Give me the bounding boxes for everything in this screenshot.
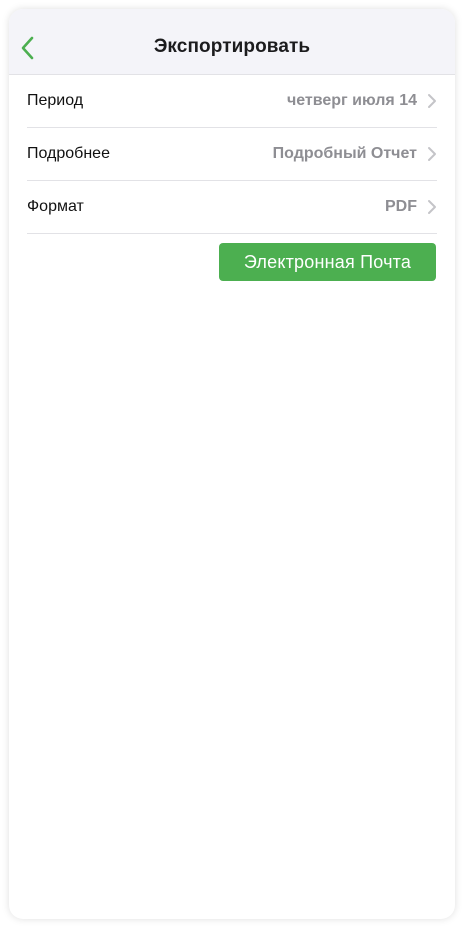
navigation-bar: Экспортировать bbox=[9, 9, 455, 75]
period-value: четверг июля 14 bbox=[286, 92, 417, 109]
details-row[interactable]: Подробнее Подробный Отчет bbox=[27, 128, 437, 181]
format-label: Формат bbox=[27, 198, 84, 215]
format-value: PDF bbox=[385, 198, 417, 215]
period-row[interactable]: Период четверг июля 14 bbox=[27, 75, 437, 128]
email-button[interactable]: Электронная Почта bbox=[219, 243, 436, 281]
format-row[interactable]: Формат PDF bbox=[27, 181, 437, 234]
details-value: Подробный Отчет bbox=[272, 145, 417, 162]
chevron-right-icon bbox=[427, 93, 437, 109]
chevron-right-icon bbox=[427, 199, 437, 215]
export-screen: Экспортировать Период четверг июля 14 По… bbox=[9, 9, 455, 919]
chevron-right-icon bbox=[427, 146, 437, 162]
details-label: Подробнее bbox=[27, 145, 110, 162]
page-title: Экспортировать bbox=[153, 36, 311, 57]
period-label: Период bbox=[27, 92, 84, 109]
